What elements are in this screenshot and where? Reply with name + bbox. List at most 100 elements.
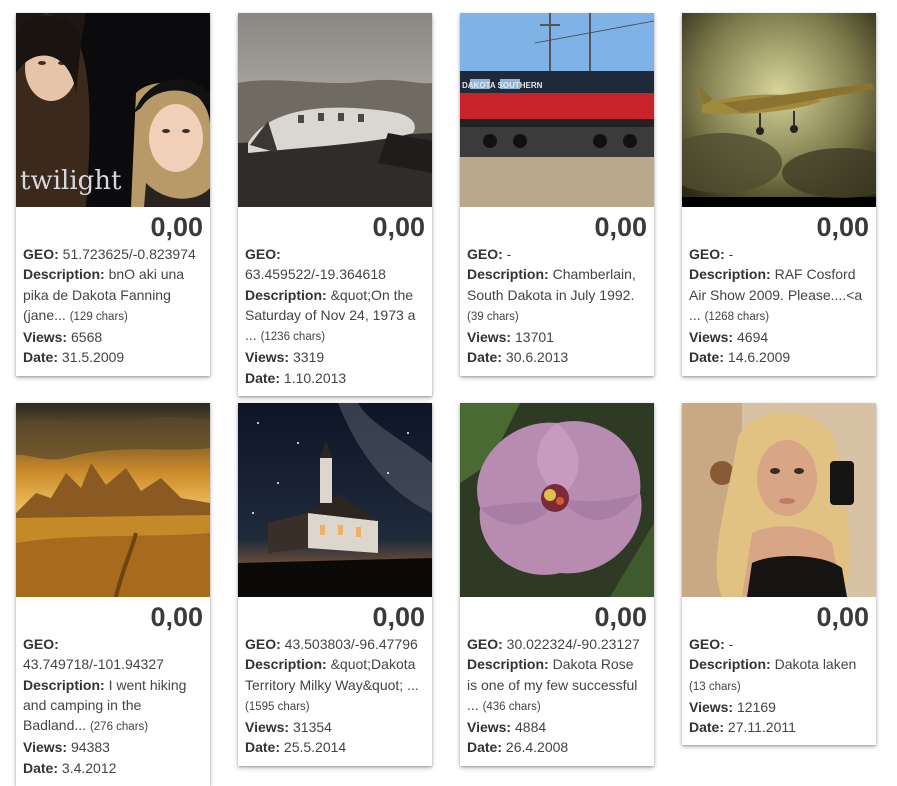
views-line: Views: 31354 <box>245 717 425 737</box>
description-length: (1236 chars) <box>260 331 326 344</box>
score-value: 0,00 <box>594 212 647 242</box>
score-value: 0,00 <box>816 602 869 632</box>
views-value: 94383 <box>71 739 110 756</box>
description-line: Description: &quot;Dakota Territory Milk… <box>245 654 425 717</box>
photo-thumbnail[interactable]: DAKOTA SOUTHERN <box>460 13 654 207</box>
photo-thumbnail[interactable]: twilight <box>16 13 210 207</box>
date-line: Date: 26.4.2008 <box>467 737 647 757</box>
description-line: Description: RAF Cosford Air Show 2009. … <box>689 264 869 327</box>
description-line: Description: &quot;On the Saturday of No… <box>245 285 425 348</box>
photo-card[interactable]: 0,00 GEO: - Description: Dakota laken (1… <box>682 403 876 746</box>
description-length: (13 chars) <box>689 680 741 693</box>
score-value: 0,00 <box>150 212 203 242</box>
views-label: Views: <box>467 329 512 346</box>
geo-value: - <box>728 636 734 652</box>
photo-card[interactable]: twilight 0,00 GEO: 51.723625/-0.823974 D… <box>16 13 210 376</box>
thumbnail-image <box>460 403 654 597</box>
photo-card[interactable]: 0,00 GEO: 30.022324/-90.23127 Descriptio… <box>460 403 654 766</box>
date-value: 14.6.2009 <box>727 349 791 366</box>
image-caption-text: twilight <box>20 166 122 196</box>
geo-line: GEO: 30.022324/-90.23127 <box>467 634 647 654</box>
photo-thumbnail[interactable] <box>682 13 876 207</box>
date-value: 3.4.2012 <box>61 759 117 776</box>
views-line: Views: 13701 <box>467 327 647 347</box>
date-value: 26.4.2008 <box>505 739 569 756</box>
photo-card[interactable]: 0,00 GEO: - Description: RAF Cosford Air… <box>682 13 876 376</box>
date-line: Date: 27.11.2011 <box>689 717 869 737</box>
views-value: 6568 <box>71 329 103 346</box>
date-value: 1.10.2013 <box>283 369 347 386</box>
photo-thumbnail[interactable] <box>238 13 432 207</box>
description-length: (436 chars) <box>482 700 541 713</box>
score-value: 0,00 <box>816 212 869 242</box>
geo-value: 30.022324/-90.23127 <box>506 636 640 652</box>
date-line: Date: 30.6.2013 <box>467 347 647 367</box>
photo-thumbnail[interactable] <box>16 403 210 597</box>
score-value: 0,00 <box>594 602 647 632</box>
date-label: Date: <box>689 349 725 366</box>
date-label: Date: <box>467 739 503 756</box>
geo-value: 43.503803/-96.47796 <box>284 636 418 652</box>
views-line: Views: 6568 <box>23 327 203 347</box>
views-label: Views: <box>245 349 290 366</box>
views-line: Views: 12169 <box>689 697 869 717</box>
photo-card[interactable]: DAKOTA SOUTHERN 0,00 GEO: - Description:… <box>460 13 654 376</box>
photo-info: 0,00 GEO: 63.459522/-19.364618 Descripti… <box>238 207 432 396</box>
date-label: Date: <box>467 349 503 366</box>
description-length: (129 chars) <box>69 310 128 323</box>
geo-label: GEO: <box>689 636 725 652</box>
photo-info: 0,00 GEO: 43.749718/-101.94327 Descripti… <box>16 597 210 786</box>
geo-value: 51.723625/-0.823974 <box>62 246 196 262</box>
geo-label: GEO: <box>245 246 281 262</box>
photo-info: 0,00 GEO: - Description: Chamberlain, So… <box>460 207 654 376</box>
geo-line: GEO: 63.459522/-19.364618 <box>245 244 425 285</box>
description-value: Dakota laken <box>774 656 857 673</box>
description-label: Description: <box>23 266 105 283</box>
views-value: 31354 <box>293 719 332 736</box>
thumbnail-image: twilight <box>16 13 210 207</box>
thumbnail-image <box>16 403 210 597</box>
views-label: Views: <box>689 329 734 346</box>
date-label: Date: <box>23 759 59 776</box>
views-value: 4694 <box>737 329 769 346</box>
photo-info: 0,00 GEO: - Description: RAF Cosford Air… <box>682 207 876 376</box>
description-label: Description: <box>23 676 105 693</box>
photo-thumbnail[interactable] <box>460 403 654 597</box>
thumbnail-image <box>682 13 876 207</box>
views-value: 4884 <box>515 719 547 736</box>
thumbnail-image <box>682 403 876 597</box>
date-value: 27.11.2011 <box>727 719 796 736</box>
description-label: Description: <box>245 656 327 673</box>
date-label: Date: <box>245 369 281 386</box>
date-value: 30.6.2013 <box>505 349 569 366</box>
score-value: 0,00 <box>372 212 425 242</box>
geo-line: GEO: 43.749718/-101.94327 <box>23 634 203 675</box>
photo-card[interactable]: 0,00 GEO: 43.749718/-101.94327 Descripti… <box>16 403 210 786</box>
date-line: Date: 3.4.2012 <box>23 758 203 778</box>
geo-label: GEO: <box>689 246 725 262</box>
photo-card[interactable]: 0,00 GEO: 63.459522/-19.364618 Descripti… <box>238 13 432 397</box>
description-label: Description: <box>467 266 549 283</box>
score-value: 0,00 <box>372 602 425 632</box>
views-label: Views: <box>245 719 290 736</box>
geo-line: GEO: - <box>689 244 869 264</box>
description-line: Description: Dakota laken (13 chars) <box>689 654 869 697</box>
photo-info: 0,00 GEO: 43.503803/-96.47796 Descriptio… <box>238 597 432 766</box>
views-line: Views: 4884 <box>467 717 647 737</box>
description-length: (276 chars) <box>89 721 149 734</box>
views-label: Views: <box>23 329 68 346</box>
geo-value: 63.459522/-19.364618 <box>245 266 386 283</box>
views-label: Views: <box>689 698 734 715</box>
geo-label: GEO: <box>245 636 281 652</box>
photo-thumbnail[interactable] <box>682 403 876 597</box>
photo-thumbnail[interactable] <box>238 403 432 597</box>
geo-value: 43.749718/-101.94327 <box>23 656 164 673</box>
description-line: Description: bnO aki una pika de Dakota … <box>23 264 203 327</box>
photo-info: 0,00 GEO: 30.022324/-90.23127 Descriptio… <box>460 597 654 766</box>
views-line: Views: 94383 <box>23 737 203 757</box>
description-length: (39 chars) <box>467 310 519 323</box>
photo-info: 0,00 GEO: 51.723625/-0.823974 Descriptio… <box>16 207 210 376</box>
photo-card[interactable]: 0,00 GEO: 43.503803/-96.47796 Descriptio… <box>238 403 432 766</box>
description-line: Description: Dakota Rose is one of my fe… <box>467 654 647 717</box>
geo-label: GEO: <box>467 636 503 652</box>
